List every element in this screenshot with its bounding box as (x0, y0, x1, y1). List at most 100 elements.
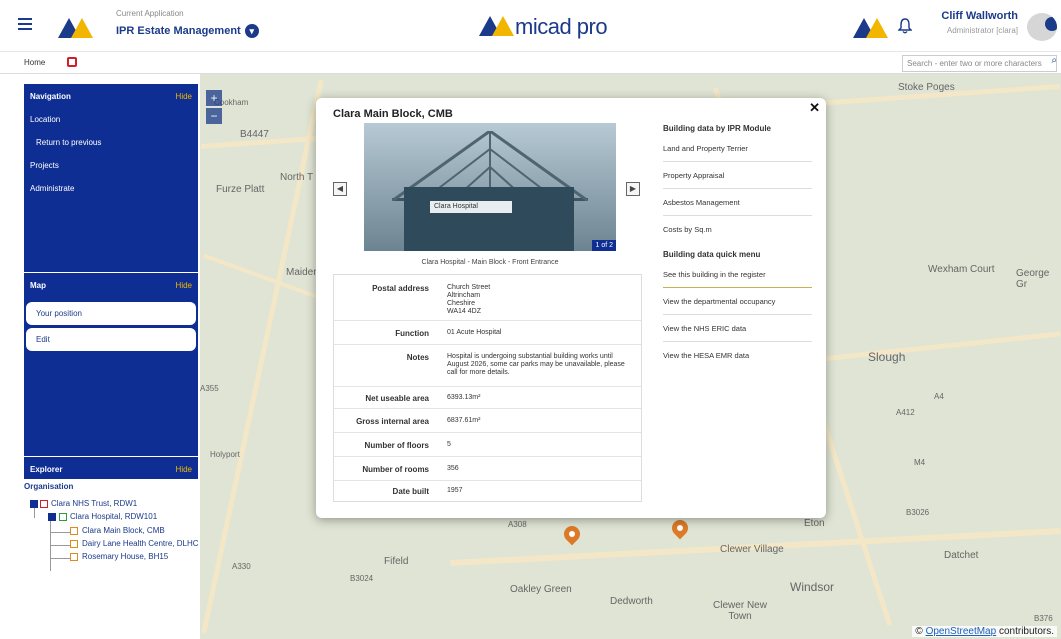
detail-value: Church Street Altrincham Cheshire WA14 4… (447, 284, 491, 315)
nav-item-location[interactable]: Location (30, 115, 60, 124)
building-popup: Clara Main Block, CMB ✕ ◀ Clara Hospital… (316, 98, 826, 518)
search-input[interactable]: Search - enter two or more characters (902, 55, 1057, 72)
map-label: A330 (232, 562, 251, 571)
app-name: IPR Estate Management (116, 25, 241, 37)
building-details-table: Postal address Church Street Altrincham … (333, 274, 642, 502)
navigation-hide-button[interactable]: Hide (176, 92, 192, 101)
link-register[interactable]: See this building in the register (663, 270, 812, 288)
breadcrumb-home[interactable]: Home (24, 58, 45, 67)
app-header: Current Application IPR Estate Managemen… (0, 0, 1061, 52)
map-label: Clewer New Town (713, 600, 767, 622)
map-pin-icon[interactable] (668, 516, 692, 540)
detail-row: Date built 1957 (334, 481, 641, 501)
detail-row: Gross internal area 6837.61m² (334, 409, 641, 433)
sidebar: Navigation Hide Location Return to previ… (24, 84, 199, 634)
link-nhs-eric-data[interactable]: View the NHS ERIC data (663, 324, 812, 342)
bell-icon[interactable] (898, 18, 912, 34)
map-label: Holyport (210, 450, 240, 459)
map-label: Dedworth (610, 596, 653, 607)
map-label: George Gr (1016, 268, 1050, 290)
map-label: B3024 (350, 574, 374, 583)
micad-logo-icon (58, 14, 94, 40)
copy-icon[interactable] (67, 57, 77, 67)
zoom-in-button[interactable]: + (206, 90, 222, 106)
link-departmental-occupancy[interactable]: View the departmental occupancy (663, 297, 812, 315)
collapse-icon[interactable] (48, 513, 56, 521)
map-label: M4 (914, 458, 926, 467)
link-hesa-emr-data[interactable]: View the HESA EMR data (663, 351, 812, 368)
explorer-title: Explorer (30, 465, 63, 474)
attribution-prefix: © (915, 626, 923, 637)
detail-label: Number of floors (364, 441, 429, 450)
map-label: Clewer Village (720, 544, 784, 555)
map-panel-hide-button[interactable]: Hide (176, 281, 192, 290)
link-property-appraisal[interactable]: Property Appraisal (663, 171, 812, 189)
link-costs-by-sqm[interactable]: Costs by Sq.m (663, 225, 812, 242)
popup-title: Clara Main Block, CMB (333, 108, 453, 120)
edit-button[interactable]: Edit (26, 328, 196, 351)
next-photo-button[interactable]: ▶ (626, 182, 640, 196)
detail-row: Postal address Church Street Altrincham … (334, 275, 641, 321)
tree-item[interactable]: Clara Hospital, RDW101 (70, 512, 157, 521)
tree-item[interactable]: Dairy Lane Health Centre, DLHC (82, 539, 199, 548)
map-label: B376 (1034, 614, 1053, 623)
detail-row: Number of floors 5 (334, 433, 641, 457)
navigation-title: Navigation (30, 92, 71, 101)
detail-label: Notes (406, 353, 429, 362)
tree-item[interactable]: Clara NHS Trust, RDW1 (51, 499, 137, 508)
collapse-icon[interactable] (30, 500, 38, 508)
map-label: B4447 (240, 129, 269, 140)
nav-item-administrate[interactable]: Administrate (30, 184, 74, 193)
map-label: B3026 (906, 508, 930, 517)
ipr-module-heading: Building data by IPR Module (663, 124, 771, 133)
nav-item-return[interactable]: Return to previous (36, 138, 101, 147)
avatar[interactable] (1027, 13, 1057, 41)
organisation-label: Organisation (24, 482, 74, 491)
explorer-panel: Explorer Hide (24, 457, 198, 479)
map-label: Windsor (790, 580, 835, 594)
zoom-out-button[interactable]: − (206, 108, 222, 124)
map-label: Wexham Court (928, 264, 995, 275)
detail-row: Function 01 Acute Hospital (334, 321, 641, 345)
map-label: Maiden (286, 267, 319, 278)
detail-label: Function (395, 329, 429, 338)
close-icon[interactable]: ✕ (809, 100, 820, 116)
photo-sign: Clara Hospital (430, 201, 512, 213)
link-land-property-terrier[interactable]: Land and Property Terrier (663, 144, 812, 162)
photo-entrance (404, 187, 574, 251)
map-label: North T (280, 172, 314, 183)
map-label: Stoke Poges (898, 82, 955, 93)
map-label: Fifeld (384, 556, 409, 567)
navigation-panel: Navigation Hide Location Return to previ… (24, 84, 198, 272)
link-asbestos-management[interactable]: Asbestos Management (663, 198, 812, 216)
previous-photo-button[interactable]: ◀ (333, 182, 347, 196)
detail-value: Hospital is undergoing substantial build… (447, 353, 625, 376)
photo-caption: Clara Hospital - Main Block - Front Entr… (421, 259, 559, 266)
your-position-button[interactable]: Your position (26, 302, 196, 325)
photo-counter: 1 of 2 (592, 240, 616, 251)
detail-label: Number of rooms (362, 465, 429, 474)
detail-value: 6837.61m² (447, 417, 481, 424)
chevron-down-icon[interactable]: ▾ (244, 24, 259, 38)
search-icon[interactable]: ⌕ (1051, 55, 1057, 66)
map-label: A4 (934, 392, 944, 401)
tree-item[interactable]: Clara Main Block, CMB (82, 526, 165, 535)
brand-logo: micad pro (479, 14, 608, 40)
attribution-suffix: contributors. (998, 626, 1054, 637)
detail-value: 1957 (447, 487, 463, 494)
user-role: Administrator [clara] (946, 26, 1018, 35)
openstreetmap-link[interactable]: OpenStreetMap (926, 626, 997, 637)
menu-icon[interactable] (18, 18, 32, 30)
map-attribution: © OpenStreetMap contributors. (912, 626, 1057, 637)
tree-item[interactable]: Rosemary House, BH15 (82, 552, 168, 561)
nav-item-projects[interactable]: Projects (30, 161, 59, 170)
map-label: A308 (508, 520, 527, 529)
map-pin-icon[interactable] (560, 522, 584, 546)
user-name[interactable]: Cliff Wallworth (941, 10, 1018, 22)
explorer-hide-button[interactable]: Hide (176, 465, 192, 474)
app-switcher[interactable]: IPR Estate Management ▾ (116, 24, 259, 38)
map-label: A355 (200, 384, 219, 393)
detail-row: Number of rooms 356 (334, 457, 641, 481)
building-icon (70, 553, 78, 561)
map-label: Datchet (944, 550, 979, 561)
